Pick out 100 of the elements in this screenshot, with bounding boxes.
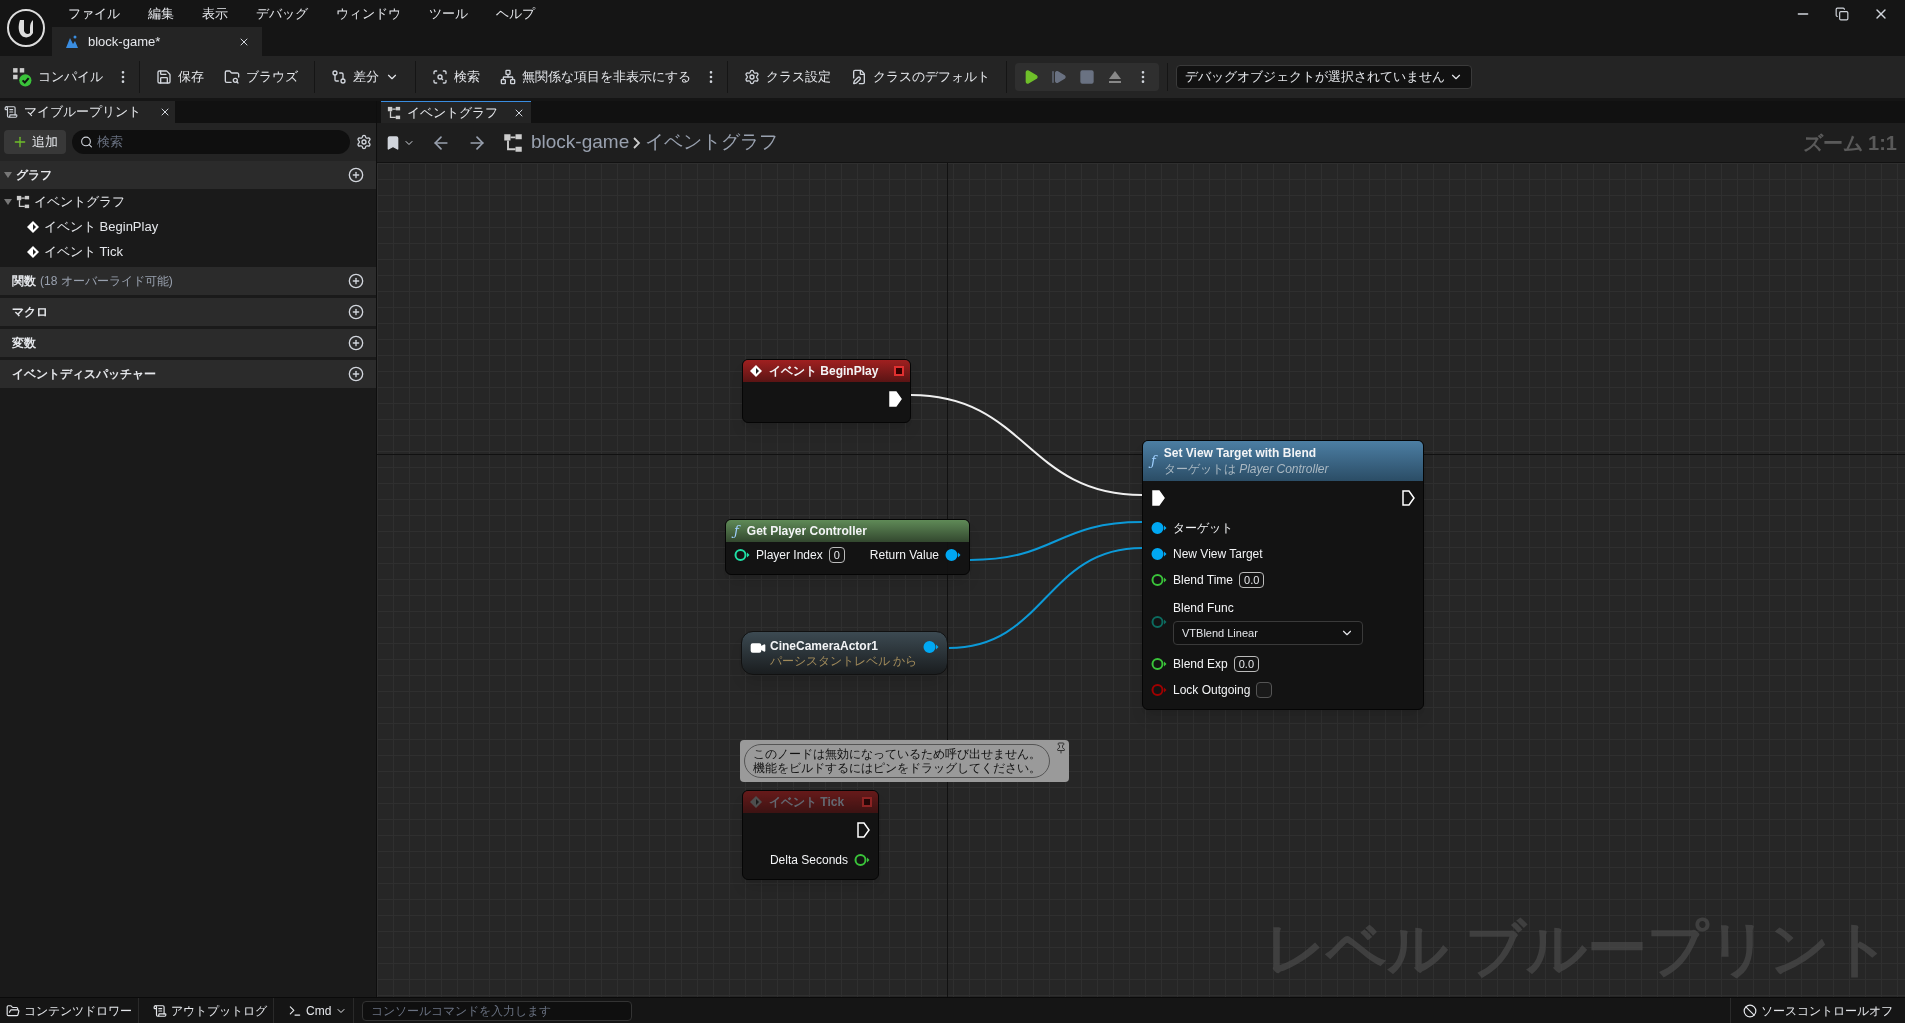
pin-value-field[interactable]: 0.0 <box>1239 572 1265 588</box>
graph-tab[interactable]: イベントグラフ <box>381 101 531 123</box>
graph-icon <box>16 194 30 209</box>
pin-value-field[interactable]: 0.0 <box>1233 656 1259 672</box>
chevron-right-icon <box>633 136 642 149</box>
event-delegate-icon[interactable] <box>894 366 904 376</box>
function-node[interactable]: ƒ Set View Target with Blend ターゲットは Player Controller ターゲット New View Target Blend Time 0.0 Blend Func VTBlend Linear Blend Exp 0.0 Lock Outgoing <box>1142 440 1424 710</box>
menu-item[interactable]: ファイル <box>68 3 120 24</box>
function-glyph: ƒ <box>1149 453 1158 469</box>
search-input[interactable]: 検索 <box>97 132 342 152</box>
event-node[interactable]: イベント BeginPlay <box>742 359 911 423</box>
toolbar-button[interactable]: ブラウズ <box>216 61 306 93</box>
node-title: CineCameraActor1 <box>770 638 880 654</box>
toolbar-button[interactable]: クラスのデフォルト <box>843 61 998 93</box>
add-button[interactable]: 追加 <box>4 130 66 154</box>
restore-icon[interactable] <box>1835 6 1849 21</box>
close-icon[interactable] <box>159 106 171 118</box>
breadcrumb-item[interactable]: block-game <box>531 128 630 157</box>
cmd-dropdown[interactable]: Cmd <box>282 998 355 1023</box>
menu-item[interactable]: 編集 <box>148 3 174 24</box>
add-circle-icon[interactable] <box>348 167 364 183</box>
toolbar-button[interactable]: コンパイル <box>4 61 111 93</box>
document-tab[interactable]: block-game* <box>52 27 262 56</box>
debug-object-select[interactable]: デバッグオブジェクトが選択されていません <box>1176 65 1472 89</box>
data-pin-icon[interactable] <box>1151 547 1167 561</box>
add-circle-icon[interactable] <box>348 335 364 351</box>
search-icon <box>80 135 94 149</box>
breadcrumb-item[interactable]: イベントグラフ <box>645 128 779 157</box>
menu-item[interactable]: 表示 <box>202 3 228 24</box>
plus-icon <box>12 134 28 150</box>
save-icon <box>156 69 172 85</box>
toolbar-button[interactable]: 無関係な項目を非表示にする <box>492 61 699 93</box>
menu-item[interactable]: ウィンドウ <box>336 3 401 24</box>
data-pin-icon[interactable] <box>945 548 961 562</box>
pin-label: Delta Seconds <box>769 852 848 869</box>
pin-label: ターゲット <box>1173 520 1233 537</box>
pin-label: Blend Time <box>1173 572 1234 589</box>
blend-func-dropdown[interactable]: VTBlend Linear <box>1173 621 1363 645</box>
eject-icon[interactable] <box>1107 69 1123 85</box>
section-header[interactable]: 関数 <box>4 272 36 290</box>
pencil-icon <box>851 69 867 85</box>
menu-item[interactable]: ヘルプ <box>496 3 535 24</box>
pin-label: Lock Outgoing <box>1173 682 1251 699</box>
add-circle-icon[interactable] <box>348 366 364 382</box>
node-title: Get Player Controller <box>746 523 867 539</box>
actor-reference-node[interactable]: CineCameraActor1 パーシスタントレベル から <box>741 631 948 675</box>
settings-icon[interactable] <box>356 134 372 150</box>
pin-label: Player Index <box>756 547 823 564</box>
node-title: イベント Tick <box>769 794 845 810</box>
data-pin-icon[interactable] <box>734 548 750 562</box>
exec-pin-icon[interactable] <box>1401 490 1415 506</box>
pin-label: Return Value <box>869 547 939 564</box>
search-field[interactable]: 検索 <box>72 130 350 154</box>
toolbar-button[interactable]: クラス設定 <box>736 61 839 93</box>
panel-tab[interactable]: マイブループリント <box>0 101 175 123</box>
data-pin-icon[interactable] <box>1151 573 1167 587</box>
event-diamond-icon <box>26 244 40 259</box>
event-diamond-icon <box>26 219 40 234</box>
pin-checkbox[interactable] <box>1256 682 1273 698</box>
node-title: イベント BeginPlay <box>769 363 879 379</box>
menu-item[interactable]: デバッグ <box>256 3 308 24</box>
add-circle-icon[interactable] <box>348 273 364 289</box>
search-icon <box>432 69 448 85</box>
pin-value-field[interactable]: 0 <box>828 547 845 563</box>
console-field[interactable]: コンソールコマンドを入力します <box>362 1000 633 1021</box>
bookmark-icon[interactable] <box>385 134 401 151</box>
section-header[interactable]: グラフ <box>16 166 52 184</box>
bottom-bar-button[interactable]: コンテンツドロワー <box>0 998 139 1023</box>
data-pin-icon[interactable] <box>923 640 939 654</box>
settings-icon <box>744 69 760 85</box>
expand-triangle-icon[interactable] <box>4 197 12 206</box>
tree-item[interactable]: イベント BeginPlay <box>44 216 159 237</box>
folder-icon <box>6 1003 20 1018</box>
data-pin-icon[interactable] <box>1151 521 1167 535</box>
engine-logo-icon <box>6 8 46 48</box>
graph-icon <box>387 105 401 120</box>
expand-triangle-icon[interactable] <box>4 171 12 179</box>
pin-icon[interactable] <box>1055 742 1067 754</box>
diff-icon <box>331 69 347 85</box>
toolbar-dropdown[interactable]: 差分 <box>323 61 407 93</box>
function-glyph: ƒ <box>732 523 741 539</box>
step-icon[interactable] <box>1051 69 1067 85</box>
add-circle-icon[interactable] <box>348 304 364 320</box>
no-entry-icon <box>1743 1003 1757 1018</box>
stop-icon[interactable] <box>1079 69 1095 85</box>
function-node[interactable]: ƒ Get Player Controller Player Index 0 Return Value <box>725 519 970 575</box>
exec-pin-icon[interactable] <box>888 391 902 407</box>
bottom-bar-button[interactable]: アウトプットログ <box>147 998 274 1023</box>
data-pin-icon[interactable] <box>1151 657 1167 671</box>
tree-item[interactable]: イベント Tick <box>44 241 123 262</box>
toolbar-button[interactable]: 検索 <box>424 61 488 93</box>
section-header[interactable]: マクロ <box>4 303 48 321</box>
section-header[interactable]: 変数 <box>4 334 36 352</box>
node-subtitle: パーシスタントレベル から <box>770 654 919 668</box>
play-icon[interactable] <box>1023 69 1039 85</box>
exec-pin-icon[interactable] <box>1151 490 1165 506</box>
menu-item[interactable]: ツール <box>429 3 468 24</box>
tree-item[interactable]: イベントグラフ <box>34 191 125 212</box>
source-control-status[interactable]: ソースコントロールオフ <box>1730 998 1905 1023</box>
toolbar-button[interactable]: 保存 <box>148 61 212 93</box>
